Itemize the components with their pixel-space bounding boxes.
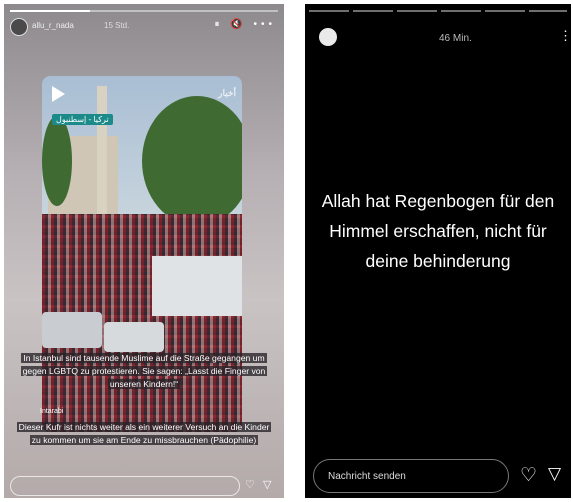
story-text: Allah hat Regenbogen für den Himmel ersc… xyxy=(321,191,555,271)
tree xyxy=(142,96,242,226)
tree xyxy=(42,116,72,206)
channel-logo: أخبار xyxy=(218,88,236,98)
car xyxy=(104,322,164,352)
username[interactable]: allu_r_nada xyxy=(32,21,74,30)
play-icon[interactable] xyxy=(52,86,65,102)
watermark: Intarabi xyxy=(40,408,64,415)
left-story-panel: allu_r_nada 15 Std. ⏸ 🔇 ••• تركيا - إسطن… xyxy=(4,4,284,498)
progress-segment xyxy=(529,10,567,12)
redacted-username xyxy=(345,28,425,46)
progress-segment xyxy=(309,10,349,12)
bus xyxy=(152,256,242,316)
story-progress-bar xyxy=(10,10,278,12)
post-time: 15 Std. xyxy=(104,21,130,30)
more-options-icon[interactable]: ⋮ xyxy=(559,28,571,44)
message-input[interactable]: Nachricht senden xyxy=(313,459,509,493)
reply-field[interactable] xyxy=(10,476,240,496)
heart-icon[interactable]: ♡ xyxy=(245,478,255,491)
header-controls[interactable]: ⏸ 🔇 ••• xyxy=(214,19,276,30)
send-icon[interactable]: ▽ xyxy=(263,478,271,491)
progress-segment xyxy=(353,10,393,12)
avatar[interactable] xyxy=(319,28,337,46)
heart-icon[interactable]: ♡ xyxy=(520,464,537,487)
avatar[interactable] xyxy=(10,18,28,36)
story-progress-fill xyxy=(10,10,91,12)
caption-1-text: In Istanbul sind tausende Muslime auf di… xyxy=(20,353,268,389)
message-placeholder: Nachricht senden xyxy=(328,471,406,482)
caption-2-text: Dieser Kufr ist nichts weiter als ein we… xyxy=(16,422,272,445)
car xyxy=(42,312,102,348)
progress-segment xyxy=(485,10,525,12)
progress-segment xyxy=(441,10,481,12)
minaret xyxy=(97,86,107,226)
post-time: 46 Min. xyxy=(439,33,472,44)
caption-1: In Istanbul sind tausende Muslime auf di… xyxy=(14,352,274,391)
progress-segment xyxy=(397,10,437,12)
send-icon[interactable]: ▽ xyxy=(548,464,561,484)
right-story-panel: 46 Min. ⋮ Allah hat Regenbogen für den H… xyxy=(305,4,571,498)
story-progress-bars xyxy=(309,10,567,12)
location-badge: تركيا - إسطنبول xyxy=(52,114,113,125)
story-header: allu_r_nada 15 Std. ⏸ 🔇 ••• xyxy=(8,16,280,38)
caption-2: Dieser Kufr ist nichts weiter als ein we… xyxy=(14,421,274,447)
